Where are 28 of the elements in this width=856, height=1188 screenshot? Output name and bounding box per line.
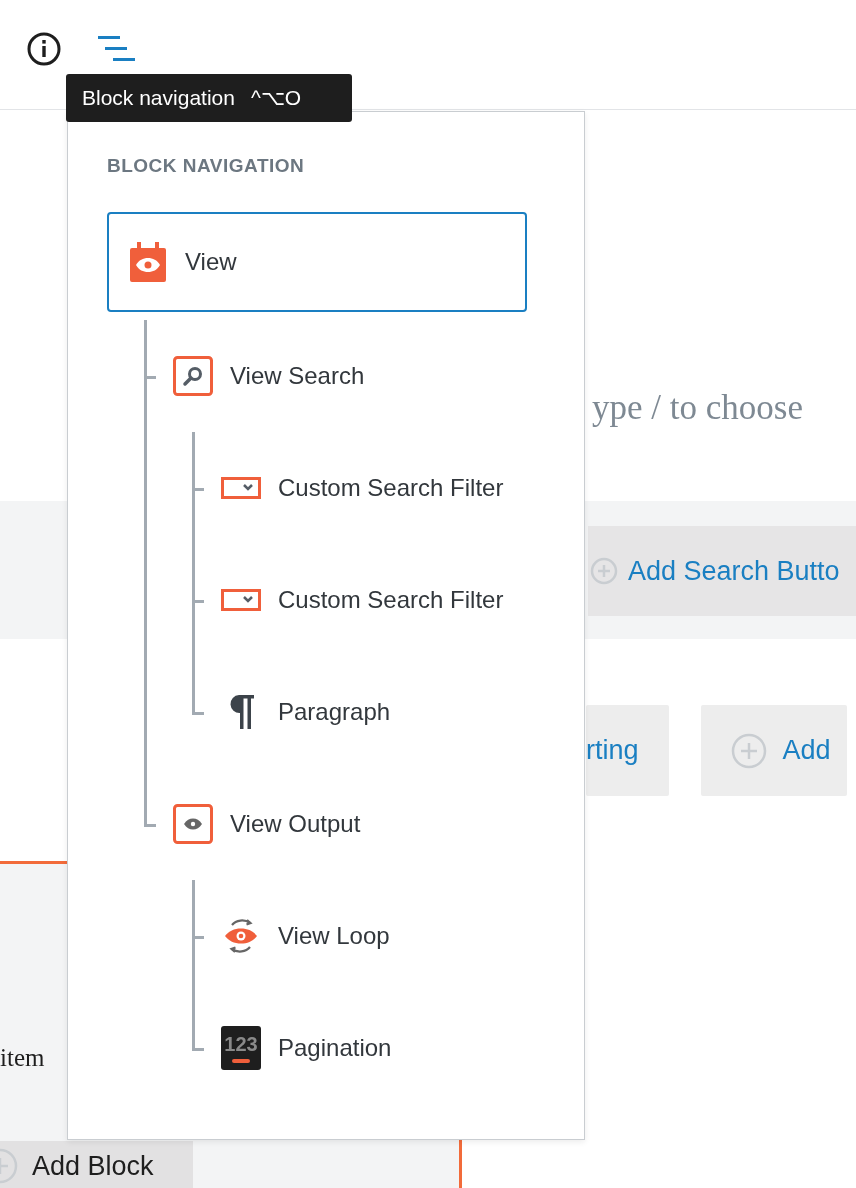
tree-item[interactable]: 123 Pagination <box>200 992 414 1104</box>
search-icon <box>173 356 213 396</box>
add-button[interactable]: Add <box>700 705 847 796</box>
calendar-eye-icon <box>130 242 166 282</box>
add-sorting-button[interactable]: rting <box>586 705 669 796</box>
tree-item[interactable]: View Search <box>152 320 387 432</box>
dropdown-icon <box>221 477 261 499</box>
tree-item[interactable]: Custom Search Filter <box>200 544 526 656</box>
tree-item[interactable]: View Loop <box>200 880 412 992</box>
eye-loop-icon <box>223 916 259 956</box>
tree-item[interactable]: Custom Search Filter <box>200 432 526 544</box>
add-block-button[interactable]: Add Block <box>0 1141 193 1188</box>
panel-heading: BLOCK NAVIGATION <box>106 155 306 177</box>
shortcut-text: ^⌥O <box>250 86 302 110</box>
pilcrow-icon <box>228 695 254 729</box>
list-view-icon[interactable] <box>98 33 136 64</box>
tree-item[interactable]: View <box>107 212 527 312</box>
tree-item[interactable]: View Output <box>152 768 383 880</box>
paragraph-input[interactable]: ype / to choose <box>592 388 803 427</box>
plus-circle-icon <box>590 557 618 585</box>
block-text: item <box>0 1044 45 1072</box>
dropdown-icon <box>221 589 261 611</box>
plus-circle-icon <box>730 732 767 769</box>
eye-icon <box>173 804 213 844</box>
info-icon[interactable] <box>26 30 62 67</box>
tree-item[interactable]: Paragraph <box>200 656 413 768</box>
icon-text: 123 <box>224 1033 258 1054</box>
tooltip-label: Block navigation <box>82 86 235 110</box>
